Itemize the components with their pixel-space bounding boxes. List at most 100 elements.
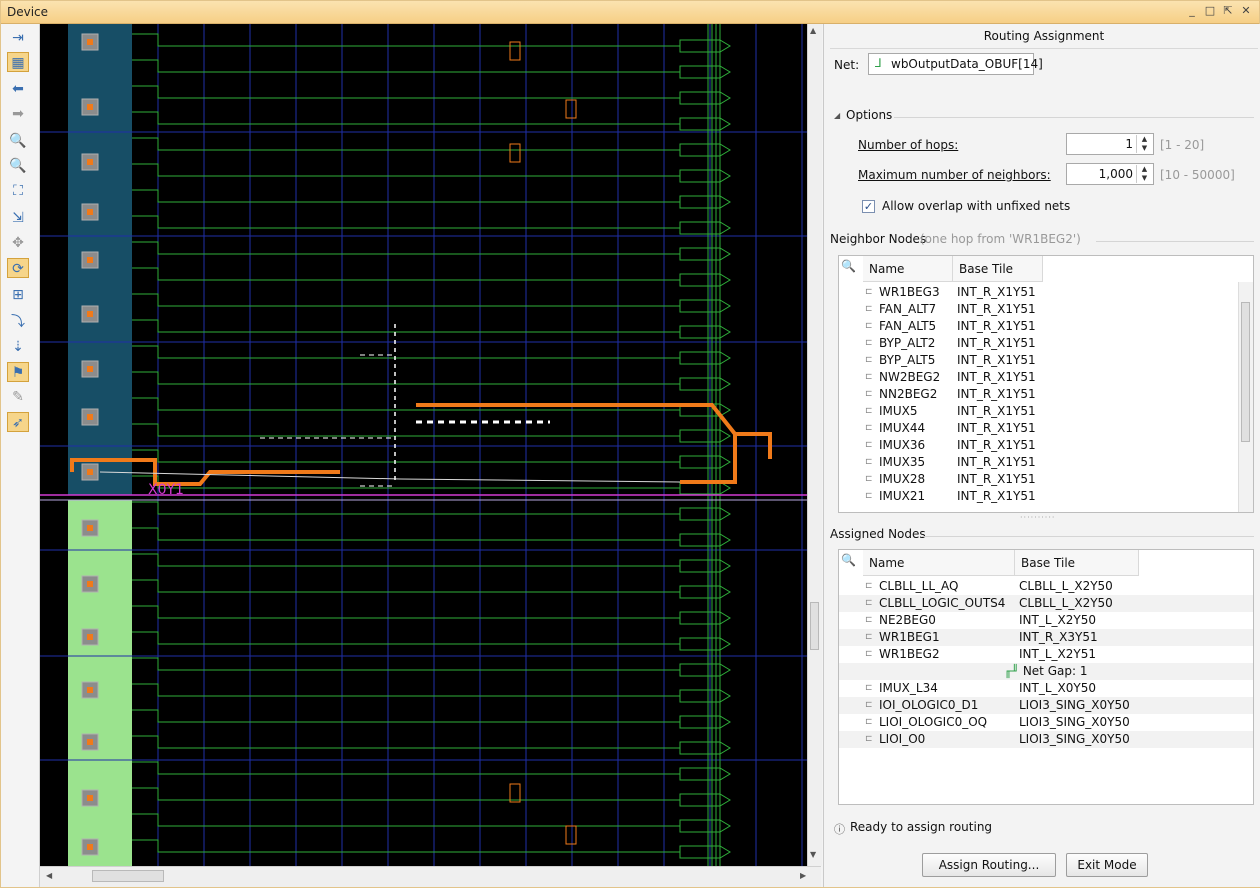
overlap-label[interactable]: Allow overlap with unfixed nets <box>882 199 1070 213</box>
zoom-in-icon[interactable]: 🔍 <box>7 131 29 151</box>
neighbor-node-row[interactable]: ⊏ BYP_ALT5 INT_R_X1Y51 <box>839 352 1253 369</box>
node-name: IMUX36 <box>879 438 926 452</box>
device-window: Device _ □ ⇱ ✕ ⇥ ▦ ⬅ ➡ 🔍 🔍 ⛶ ⇲ ✥ ⟳ ⊞ ⤵ ⇣… <box>0 0 1260 888</box>
neighbor-node-row[interactable]: ⊏ IMUX21 INT_R_X1Y51 <box>839 488 1253 505</box>
neighbor-node-row[interactable]: ⊏ IMUX35 INT_R_X1Y51 <box>839 454 1253 471</box>
move-icon[interactable]: ✥ <box>7 233 29 253</box>
node-base-tile: INT_R_X3Y51 <box>1019 630 1098 644</box>
splitter-grip[interactable]: ·········· <box>1020 513 1055 522</box>
fix-route-icon[interactable]: ⇣ <box>7 337 29 357</box>
float-icon[interactable]: ⇱ <box>1221 4 1235 18</box>
node-name: IMUX21 <box>879 489 926 503</box>
zoom-out-icon[interactable]: 🔍 <box>7 156 29 176</box>
neighbor-node-row[interactable]: ⊏ IMUX5 INT_R_X1Y51 <box>839 403 1253 420</box>
node-name: FAN_ALT7 <box>879 302 937 316</box>
maximize-icon[interactable]: □ <box>1203 4 1217 18</box>
device-fabric-svg[interactable]: X0Y1 <box>40 24 820 866</box>
refresh-route-icon[interactable]: ⟳ <box>7 258 29 278</box>
neighbor-col-base-tile[interactable]: Base Tile <box>953 256 1043 282</box>
zoom-fit-icon[interactable]: ⛶ <box>7 181 29 201</box>
node-name: IOI_OLOGIC0_D1 <box>879 698 979 712</box>
neighbor-node-row[interactable]: ⊏ NW2BEG2 INT_R_X1Y51 <box>839 369 1253 386</box>
node-base-tile: LIOI3_SING_X0Y50 <box>1019 698 1130 712</box>
node-icon: ⊏ <box>865 491 873 501</box>
net-gap-label: Net Gap: 1 <box>1022 664 1088 678</box>
neighbor-scroll-thumb[interactable] <box>1241 302 1250 442</box>
assigned-col-base-tile[interactable]: Base Tile <box>1015 550 1139 576</box>
net-gap-row[interactable]: ╓╜ Net Gap: 1 <box>839 663 1253 680</box>
neighbor-nodes-separator <box>1096 241 1254 242</box>
scroll-down-icon[interactable]: ▼ <box>810 850 816 859</box>
neighbor-node-row[interactable]: ⊏ NN2BEG2 INT_R_X1Y51 <box>839 386 1253 403</box>
scroll-left-icon[interactable]: ◀ <box>46 871 52 880</box>
assigned-nodes-table[interactable]: 🔍 Name Base Tile ⊏ CLBLL_LL_AQ CLBLL_L_X2Y… <box>838 549 1254 805</box>
neighbor-node-row[interactable]: ⊏ FAN_ALT5 INT_R_X1Y51 <box>839 318 1253 335</box>
collapse-options-icon[interactable]: ◢ <box>834 111 840 120</box>
minimize-icon[interactable]: _ <box>1185 4 1199 18</box>
canvas-vertical-scrollbar[interactable]: ▲ ▼ <box>807 24 822 866</box>
canvas-vscroll-thumb[interactable] <box>810 602 819 650</box>
assigned-nodes-title: Assigned Nodes <box>830 527 926 541</box>
node-icon: ⊏ <box>865 615 873 625</box>
assign-routing-icon[interactable]: ⚑ <box>7 362 29 382</box>
net-label: Net: <box>834 58 860 72</box>
neighbor-node-row[interactable]: ⊏ IMUX28 INT_R_X1Y51 <box>839 471 1253 488</box>
neighbor-scrollbar[interactable] <box>1238 282 1253 512</box>
assigned-node-row[interactable]: ⊏ WR1BEG2 INT_L_X2Y51 <box>839 646 1253 663</box>
back-arrow-icon[interactable]: ⬅ <box>7 79 29 99</box>
neighbor-node-row[interactable]: ⊏ WR1BEG3 INT_R_X1Y51 <box>839 284 1253 301</box>
neighbor-node-row[interactable]: ⊏ FAN_ALT7 INT_R_X1Y51 <box>839 301 1253 318</box>
neighbor-search-icon[interactable]: 🔍 <box>841 259 856 273</box>
neighbor-node-row[interactable]: ⊏ IMUX44 INT_R_X1Y51 <box>839 420 1253 437</box>
assign-routing-button[interactable]: Assign Routing... <box>922 853 1056 877</box>
neighbor-nodes-title: Neighbor Nodes <box>830 232 927 246</box>
auto-fit-selection-icon[interactable]: ⇥ <box>7 28 29 48</box>
node-name: IMUX28 <box>879 472 926 486</box>
routing-resources-icon[interactable]: ▦ <box>7 52 29 72</box>
neighbor-col-name[interactable]: Name <box>863 256 953 282</box>
close-icon[interactable]: ✕ <box>1239 4 1253 18</box>
assigned-node-row[interactable]: ⊏ WR1BEG1 INT_R_X3Y51 <box>839 629 1253 646</box>
assigned-node-row[interactable]: ⊏ IOI_OLOGIC0_D1 LIOI3_SING_X0Y50 <box>839 697 1253 714</box>
routing-mode-icon[interactable]: ➶ <box>7 412 29 432</box>
device-view-canvas[interactable]: X0Y1 <box>40 24 820 866</box>
add-pblock-icon[interactable]: ⊞ <box>7 285 29 305</box>
node-icon: ⊏ <box>865 632 873 642</box>
canvas-horizontal-scrollbar[interactable]: ◀ ▶ <box>40 866 821 887</box>
node-name: CLBLL_LL_AQ <box>879 579 959 593</box>
options-label[interactable]: Options <box>846 108 892 122</box>
scroll-right-icon[interactable]: ▶ <box>800 871 806 880</box>
hops-stepper-icon[interactable]: ▲ ▼ <box>1136 135 1152 153</box>
scroll-up-icon[interactable]: ▲ <box>810 26 816 35</box>
hops-spinner[interactable]: 1 ▲ ▼ <box>1066 133 1154 155</box>
node-name: NE2BEG0 <box>879 613 936 627</box>
forward-arrow-icon[interactable]: ➡ <box>7 104 29 124</box>
assigned-node-row[interactable]: ⊏ LIOI_O0 LIOI3_SING_X0Y50 <box>839 731 1253 748</box>
neighbors-stepper-icon[interactable]: ▲ ▼ <box>1136 165 1152 183</box>
node-name: IMUX5 <box>879 404 918 418</box>
assigned-node-row[interactable]: ⊏ IMUX_L34 INT_L_X0Y50 <box>839 680 1253 697</box>
neighbor-node-row[interactable]: ⊏ BYP_ALT2 INT_R_X1Y51 <box>839 335 1253 352</box>
assigned-search-icon[interactable]: 🔍 <box>841 553 856 567</box>
unroute-icon[interactable]: ✎ <box>7 387 29 407</box>
node-base-tile: INT_R_X1Y51 <box>957 285 1036 299</box>
io-pad-pin <box>87 414 93 420</box>
assigned-node-row[interactable]: ⊏ LIOI_OLOGIC0_OQ LIOI3_SING_X0Y50 <box>839 714 1253 731</box>
node-icon: ⊏ <box>865 717 873 727</box>
route-net-icon[interactable]: ⤵ <box>7 312 29 332</box>
neighbor-nodes-table[interactable]: 🔍 Name Base Tile ⊏ WR1BEG3 INT_R_X1Y51 ⊏ FAN… <box>838 255 1254 513</box>
neighbor-nodes-subtitle: (one hop from 'WR1BEG2') <box>920 232 1081 246</box>
assigned-node-row[interactable]: ⊏ CLBLL_LL_AQ CLBLL_L_X2Y50 <box>839 578 1253 595</box>
exit-mode-button[interactable]: Exit Mode <box>1066 853 1148 877</box>
overlap-checkbox[interactable]: ✓ <box>862 200 875 213</box>
net-field[interactable]: ⅃ wbOutputData_OBUF[14] <box>868 53 1043 75</box>
neighbors-spinner[interactable]: 1,000 ▲ ▼ <box>1066 163 1154 185</box>
node-base-tile: INT_R_X1Y51 <box>957 319 1036 333</box>
select-area-icon[interactable]: ⇲ <box>7 208 29 228</box>
canvas-hscroll-thumb[interactable] <box>92 870 164 882</box>
assigned-node-row[interactable]: ⊏ CLBLL_LOGIC_OUTS4 CLBLL_L_X2Y50 <box>839 595 1253 612</box>
assigned-node-row[interactable]: ⊏ NE2BEG0 INT_L_X2Y50 <box>839 612 1253 629</box>
node-base-tile: INT_L_X2Y50 <box>1019 613 1096 627</box>
neighbor-node-row[interactable]: ⊏ IMUX36 INT_R_X1Y51 <box>839 437 1253 454</box>
assigned-col-name[interactable]: Name <box>863 550 1015 576</box>
